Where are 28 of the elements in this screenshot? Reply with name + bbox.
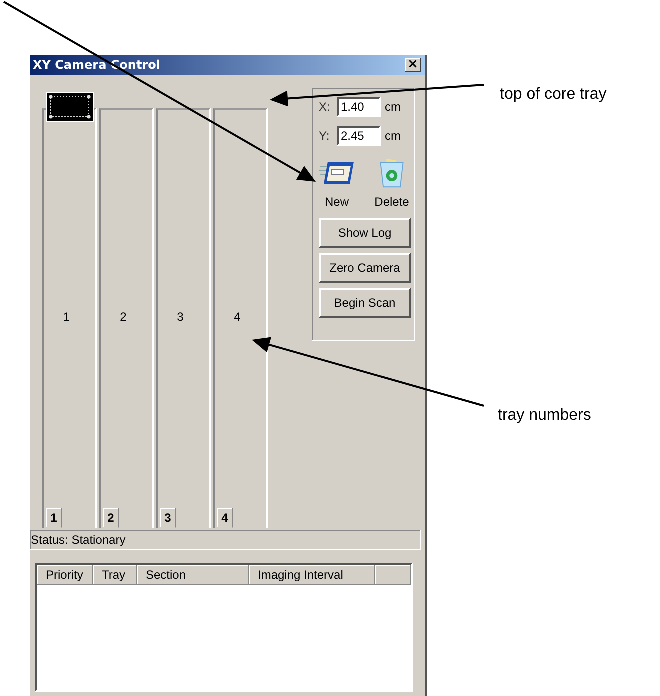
coordinate-label: Y: [319,129,331,143]
annotation-label: tray numbers [498,407,592,425]
tray-tab[interactable]: 4 [217,508,233,528]
coordinate-field[interactable]: 2.45 [337,126,381,146]
panel-button[interactable]: Zero Camera [319,253,411,283]
tray-tab[interactable]: 2 [103,508,119,528]
unit-label: cm [385,129,401,143]
panel-button[interactable]: Begin Scan [319,288,411,318]
close-button[interactable]: × [405,58,421,72]
status-bar: Status: Stationary [30,530,421,550]
tray-number: 1 [63,310,70,324]
tray-number: 4 [234,310,241,324]
tray-number: 3 [177,310,184,324]
column-header[interactable]: Priority [37,565,93,585]
annotation-label: top of core tray [500,86,607,104]
column-header[interactable]: Section [137,565,249,585]
new-button[interactable]: New [319,157,355,209]
coordinate-field[interactable]: 1.40 [337,97,381,117]
column-header[interactable]: Tray [93,565,137,585]
camera-marker-icon[interactable] [46,92,94,122]
coordinate-label: X: [319,100,332,114]
column-header[interactable]: Imaging Interval [249,565,375,585]
panel-button[interactable]: Show Log [319,218,411,248]
tray-number: 2 [120,310,127,324]
unit-label: cm [385,100,401,114]
tray-tab[interactable]: 1 [46,508,62,528]
tray-tab[interactable]: 3 [160,508,176,528]
delete-button[interactable]: Delete [374,157,410,209]
